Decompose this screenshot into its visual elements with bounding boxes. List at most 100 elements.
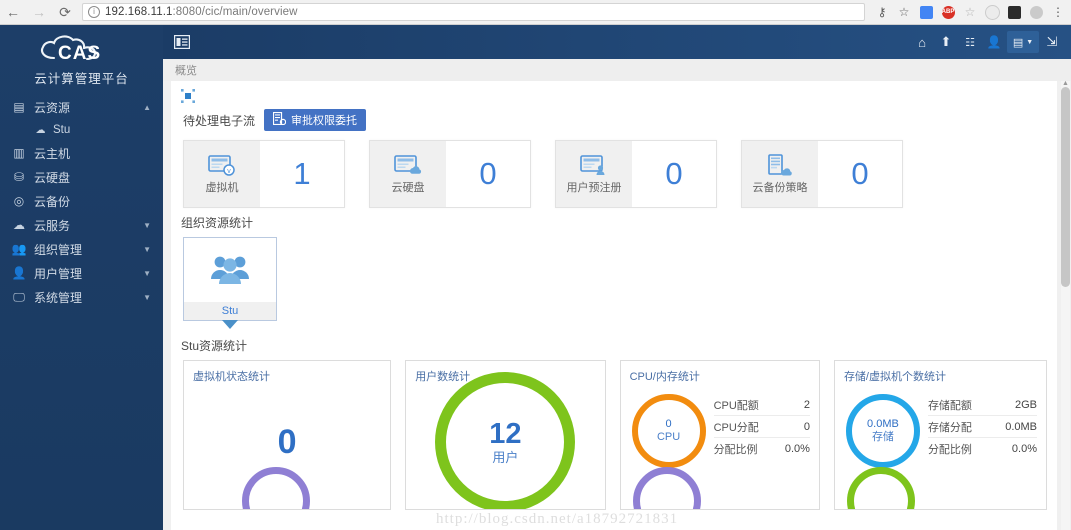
backup-icon: ◎: [13, 194, 25, 208]
panel-row: 虚拟机状态统计 0 用户数统计 12 用户 CPU/内存统计 0 CPU CPU…: [183, 360, 1047, 510]
panel-title: 存储/虚拟机个数统计: [843, 371, 946, 383]
panel-title: 虚拟机状态统计: [193, 371, 270, 383]
reload-icon[interactable]: ⟳: [52, 0, 78, 25]
sidebar-item-label: 云备份: [34, 194, 71, 209]
kv-row: 分配比例 0.0%: [928, 438, 1037, 459]
stat-card-user-preregister[interactable]: 用户预注册 0: [555, 140, 717, 208]
sidebar-nav: ▤ 云资源 ▲ ☁ Stu ▥ 云主机 ⛁ 云硬盘 ◎ 云备份 ☁ 云服务 ▼ …: [0, 95, 163, 309]
cas-logo-icon: CAS: [34, 32, 130, 70]
watermark: http://blog.csdn.net/a18792721831: [436, 511, 679, 527]
user-icon[interactable]: 👤: [983, 31, 1005, 53]
sidebar-item-system-manage[interactable]: 🖵 系统管理 ▼: [0, 285, 163, 309]
stat-card-value: 1: [293, 156, 311, 191]
shield-extension-icon[interactable]: [1025, 0, 1047, 25]
window-dropdown-icon[interactable]: ▤ ▼: [1007, 31, 1039, 53]
sidebar-item-label: 组织管理: [34, 242, 83, 257]
panel-title: CPU/内存统计: [629, 371, 700, 383]
chevron-down-icon: ▼: [143, 268, 151, 278]
sidebar-item-cloud-backup[interactable]: ◎ 云备份: [0, 189, 163, 213]
bookmark-star-extension-icon[interactable]: ☆: [959, 0, 981, 25]
browser-menu-icon[interactable]: ⋮: [1047, 0, 1069, 25]
sidebar-toggle-icon[interactable]: [173, 34, 191, 50]
donut-center-text: 0 CPU: [638, 400, 700, 462]
header-actions: ⌂ ⬆ ☷ 👤 ▤ ▼ ⇲: [911, 31, 1063, 53]
panel-cpu-memory: CPU/内存统计 0 CPU CPU配额 2 CPU分配 0 分配比例 0.0%: [619, 360, 820, 510]
breadcrumb: 概览: [163, 59, 1071, 81]
logo-subtitle: 云计算管理平台: [34, 71, 129, 86]
stat-card-left: v 虚拟机: [184, 141, 260, 207]
kv-key: 存储分配: [927, 421, 972, 434]
site-info-icon[interactable]: i: [88, 6, 100, 18]
donut-label: 用户: [492, 450, 519, 466]
stat-card-value: 0: [851, 156, 869, 191]
user-manage-icon: 👤: [11, 266, 27, 280]
stat-card-disk[interactable]: 云硬盘 0: [369, 140, 531, 208]
list-icon[interactable]: ☷: [959, 31, 981, 53]
sidebar-item-cloud-host[interactable]: ▥ 云主机: [0, 141, 163, 165]
dark-extension-icon[interactable]: [1003, 0, 1025, 25]
org-section-title: 组织资源统计: [181, 216, 254, 230]
cpu-kv-table: CPU配额 2 CPU分配 0 分配比例 0.0%: [706, 394, 810, 459]
panel-body: 12 用户: [415, 372, 595, 509]
star-icon[interactable]: ☆: [893, 0, 915, 25]
sidebar-item-user-manage[interactable]: 👤 用户管理 ▼: [0, 261, 163, 285]
scrollbar-thumb[interactable]: [1061, 87, 1070, 287]
forward-arrow-icon[interactable]: →: [26, 0, 52, 25]
chevron-down-icon: ▼: [143, 220, 151, 230]
sidebar-item-cloud-disk[interactable]: ⛁ 云硬盘: [0, 165, 163, 189]
translate-extension-icon[interactable]: [915, 0, 937, 25]
donut-center-text: 12 用户: [446, 383, 564, 501]
stat-card-value: 0: [665, 156, 683, 191]
stat-card-name: 云备份策略: [752, 182, 808, 194]
org-card-stu[interactable]: Stu: [183, 237, 277, 329]
pending-workflow-label: 待处理电子流: [183, 113, 256, 128]
sidebar-item-label: 云资源: [34, 100, 71, 115]
overview-panel: 待处理电子流 审批权限委托 v 虚拟机 1 云硬盘 0 用户预注册 0 云备份策…: [171, 81, 1057, 530]
approval-delegate-button[interactable]: 审批权限委托: [264, 109, 367, 131]
cloud-service-icon: ☁: [13, 218, 25, 232]
panda-extension-icon[interactable]: [981, 0, 1003, 25]
kv-key: 分配比例: [927, 443, 972, 456]
sidebar-item-cloud-service[interactable]: ☁ 云服务 ▼: [0, 213, 163, 237]
kv-value: 2: [803, 398, 810, 411]
sidebar-item-organization[interactable]: 👥 组织管理 ▼: [0, 237, 163, 261]
browser-toolbar: ← → ⟳ i 192.168.11.1:8080/cic/main/overv…: [0, 0, 1071, 25]
kv-value: 0: [803, 420, 810, 433]
url-text: 192.168.11.1:8080/cic/main/overview: [105, 6, 298, 18]
stat-card-name: 云硬盘: [391, 182, 425, 194]
stat-card-left: 用户预注册: [556, 141, 632, 207]
approval-delegate-label: 审批权限委托: [291, 115, 358, 127]
system-manage-icon: 🖵: [13, 289, 25, 304]
cloud-resource-icon: ▤: [13, 100, 25, 114]
donut-value: 0: [665, 418, 672, 431]
kv-row: 存储分配 0.0MB: [927, 416, 1037, 438]
kv-row: CPU配额 2: [713, 394, 810, 416]
kv-value: 2GB: [1014, 398, 1037, 411]
sidebar-subitem-stu[interactable]: ☁ Stu: [0, 119, 163, 141]
sidebar-item-cloud-resource[interactable]: ▤ 云资源 ▲: [0, 95, 163, 119]
expand-selection-icon[interactable]: [181, 89, 195, 103]
stat-card-backup-policy[interactable]: 云备份策略 0: [741, 140, 903, 208]
kv-row: 存储配额 2GB: [927, 394, 1037, 416]
stat-card-vm[interactable]: v 虚拟机 1: [183, 140, 345, 208]
stat-card-row: v 虚拟机 1 云硬盘 0 用户预注册 0 云备份策略 0: [183, 140, 1047, 208]
back-arrow-icon[interactable]: ←: [0, 0, 26, 25]
chevron-down-icon: ▼: [143, 244, 151, 254]
address-bar[interactable]: i 192.168.11.1:8080/cic/main/overview: [82, 3, 865, 21]
stat-card-name: 用户预注册: [566, 182, 622, 194]
disk-card-icon: [393, 153, 423, 177]
upload-icon[interactable]: ⬆: [935, 31, 957, 53]
key-icon[interactable]: ⚷: [871, 0, 893, 25]
adblock-extension-icon[interactable]: ABP: [937, 0, 959, 25]
logout-icon[interactable]: ⇲: [1041, 31, 1063, 53]
window-icon: ▤: [1012, 36, 1024, 49]
home-icon[interactable]: ⌂: [911, 31, 933, 53]
content-scrollbar[interactable]: ▲: [1061, 81, 1070, 530]
svg-text:v: v: [227, 168, 231, 175]
donut-label: CPU: [656, 431, 681, 443]
stat-card-name: 虚拟机: [205, 182, 239, 194]
kv-key: CPU分配: [713, 421, 759, 434]
server-icon: ▥: [13, 146, 25, 160]
vm-card-icon: v: [207, 153, 237, 177]
panel-user-count: 用户数统计 12 用户: [405, 360, 606, 510]
